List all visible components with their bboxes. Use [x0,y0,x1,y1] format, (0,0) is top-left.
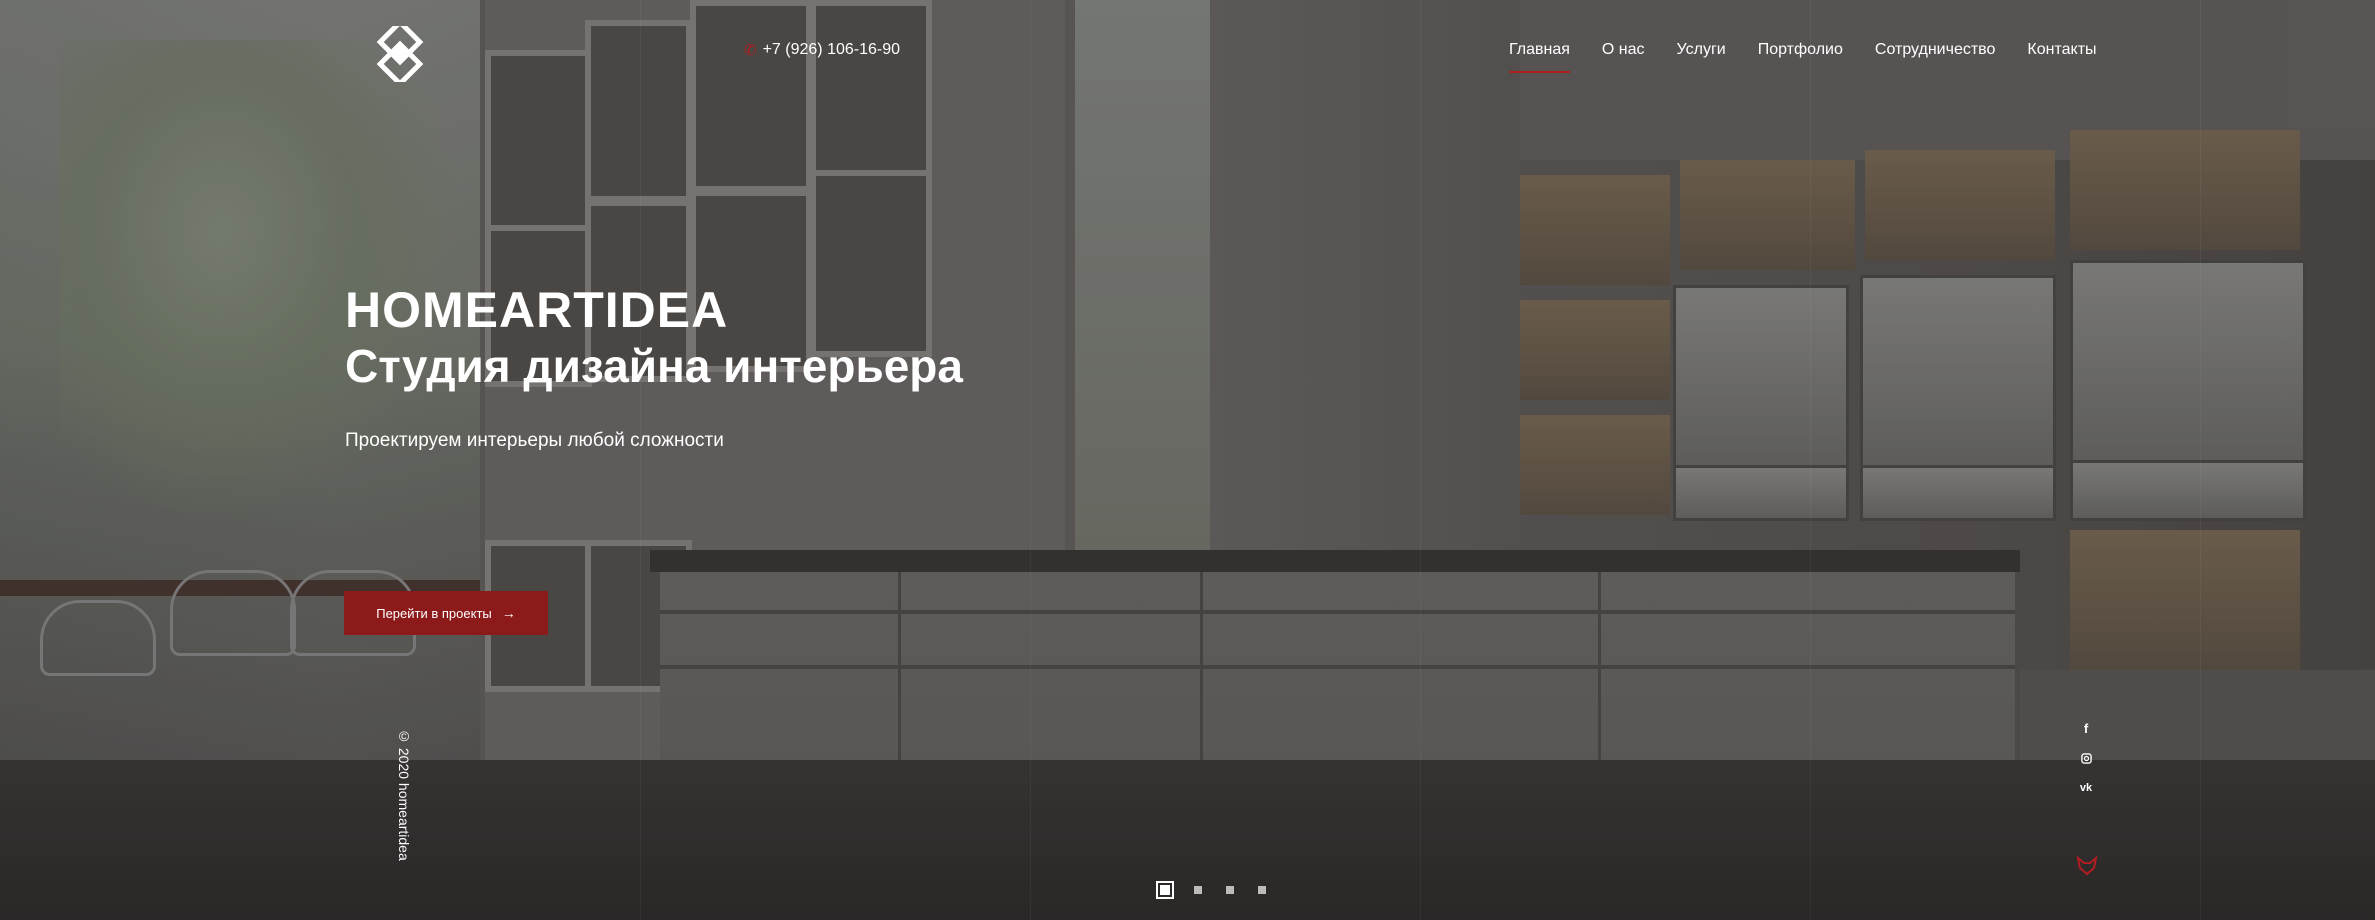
social-links: f vk [2078,720,2094,796]
hero-brand: HOMEARTIDEA [345,282,729,338]
projects-button-label: Перейти в проекты [376,605,492,621]
nav-item-about[interactable]: О нас [1602,41,1645,59]
main-nav: Главная О нас Услуги Портфолио Сотруднич… [1509,41,2097,73]
vk-icon[interactable]: vk [2078,780,2094,796]
hero-background [0,0,2375,920]
slider-pagination [1156,881,1266,899]
phone-number: +7 (926) 106-16-90 [762,41,901,58]
slider-dot-3[interactable] [1226,886,1234,894]
instagram-icon[interactable] [2078,750,2094,766]
nav-item-home[interactable]: Главная [1509,41,1570,73]
projects-button[interactable]: Перейти в проекты → [344,591,548,635]
logo-icon [376,18,424,88]
copyright: © 2020 homeartidea [396,728,412,861]
hero-subtitle: Проектируем интерьеры любой сложности [345,430,724,451]
nav-item-portfolio[interactable]: Портфолио [1758,41,1843,59]
facebook-icon[interactable]: f [2078,720,2094,736]
nav-item-services[interactable]: Услуги [1677,41,1726,59]
fox-icon[interactable] [2076,855,2098,876]
logo[interactable] [372,18,428,88]
slider-dot-1[interactable] [1156,881,1174,899]
hero-title: Студия дизайна интерьера [345,340,963,392]
nav-item-contacts[interactable]: Контакты [2027,41,2096,59]
phone-link[interactable]: ✆ +7 (926) 106-16-90 [744,41,900,59]
arrow-right-icon: → [501,605,516,621]
phone-icon: ✆ [744,42,757,59]
slider-dot-2[interactable] [1194,886,1202,894]
slider-dot-4[interactable] [1258,886,1266,894]
nav-item-cooperation[interactable]: Сотрудничество [1875,41,1996,59]
